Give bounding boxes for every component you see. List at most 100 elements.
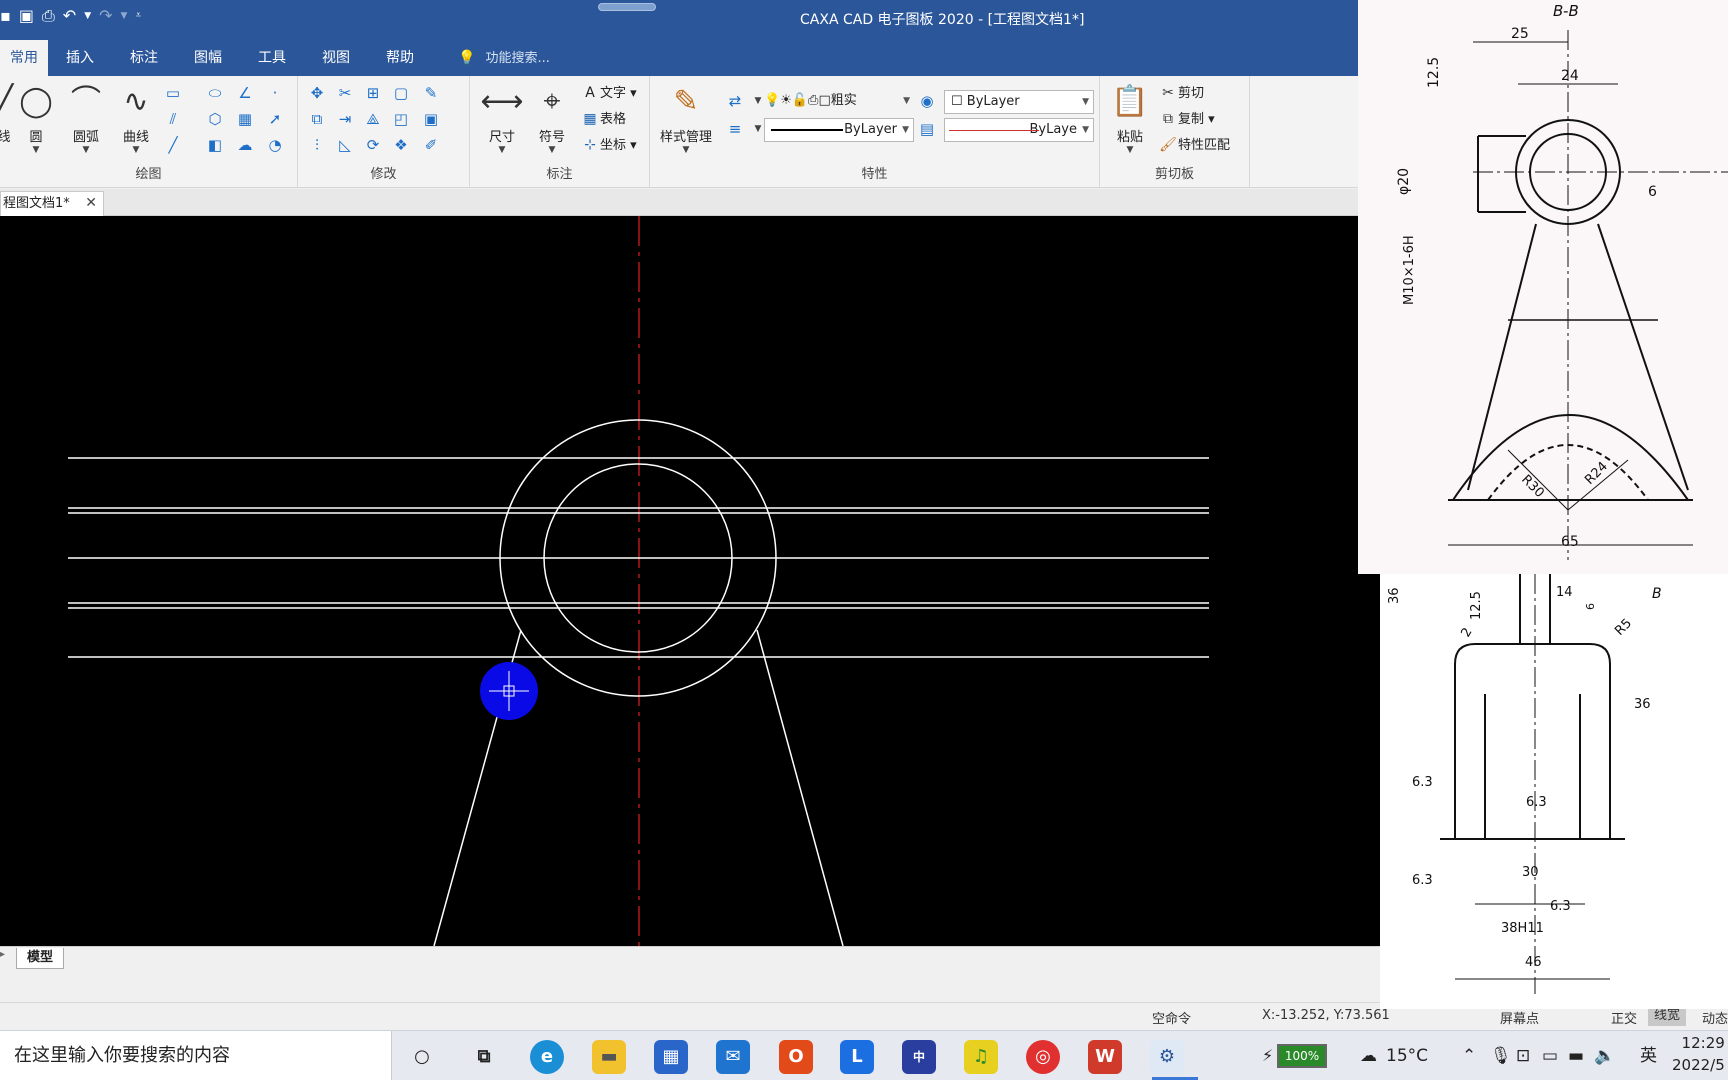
- volume-icon[interactable]: 🔈: [1594, 1031, 1615, 1080]
- task-view-icon[interactable]: ⧉: [467, 1040, 501, 1074]
- print-icon[interactable]: ⎙: [42, 1, 55, 31]
- centerline-icon[interactable]: ╱: [162, 134, 184, 156]
- style-manager-dropdown-icon[interactable]: ▼: [652, 145, 720, 155]
- cortana-icon[interactable]: ○: [405, 1040, 439, 1074]
- save-icon[interactable]: ▪: [0, 1, 11, 31]
- weather-icon[interactable]: ☁: [1360, 1031, 1377, 1080]
- edge-icon[interactable]: e: [530, 1040, 564, 1074]
- document-tab[interactable]: 程图文档1* ✕: [0, 191, 104, 216]
- tab-view[interactable]: 视图: [312, 40, 360, 76]
- extend-icon[interactable]: ⇥: [334, 108, 356, 130]
- scale-icon[interactable]: ◰: [390, 108, 412, 130]
- rectangle-icon[interactable]: ▭: [162, 82, 184, 104]
- display-icon[interactable]: ▭: [1542, 1031, 1558, 1080]
- lineweight-combo[interactable]: ByLaye ▼: [944, 118, 1094, 142]
- netease-music-icon[interactable]: ◎: [1026, 1040, 1060, 1074]
- fill-icon[interactable]: ◧: [204, 134, 226, 156]
- array-icon[interactable]: ⊞: [362, 82, 384, 104]
- circle-button[interactable]: ◯ 圆 ▼: [12, 80, 60, 155]
- show-hidden-icons[interactable]: ⌃: [1462, 1031, 1476, 1080]
- close-icon[interactable]: ✕: [85, 192, 97, 215]
- layout-nav-icon[interactable]: ▸: [0, 949, 5, 960]
- chamfer-icon[interactable]: ◺: [334, 134, 356, 156]
- match-properties-button[interactable]: 🖌特性匹配: [1158, 134, 1230, 156]
- offset-icon[interactable]: ⫶: [306, 134, 328, 156]
- tab-home[interactable]: 常用: [0, 40, 48, 76]
- linetype-combo[interactable]: ByLayer ▼: [764, 118, 914, 142]
- drawing-canvas[interactable]: [0, 216, 1380, 946]
- file-explorer-icon[interactable]: ▬: [592, 1040, 626, 1074]
- battery-indicator[interactable]: 100%: [1277, 1044, 1327, 1068]
- curve-button[interactable]: ∿ 曲线 ▼: [112, 80, 160, 155]
- taskbar-search[interactable]: 在这里输入你要搜索的内容: [0, 1031, 392, 1080]
- tab-tools[interactable]: 工具: [248, 40, 296, 76]
- hatch-icon[interactable]: ▦: [234, 108, 256, 130]
- color-combo[interactable]: ☐ ByLayer ▼: [944, 90, 1094, 114]
- temperature[interactable]: 15°C: [1386, 1031, 1428, 1080]
- save-as-icon[interactable]: ▣: [19, 1, 34, 31]
- linetype-dropdown-icon[interactable]: ▼: [752, 118, 764, 140]
- dynamic-input-toggle[interactable]: 动态: [1702, 1008, 1728, 1027]
- coord-button[interactable]: ⊹ 坐标 ▾: [580, 134, 637, 156]
- model-tab[interactable]: 模型: [16, 948, 65, 969]
- symbol-button[interactable]: ⌖ 符号 ▼: [528, 80, 576, 155]
- paste-dropdown-icon[interactable]: ▼: [1106, 145, 1154, 155]
- symbol-dropdown-icon[interactable]: ▼: [528, 145, 576, 155]
- microphone-icon[interactable]: 🎙: [1490, 1031, 1512, 1080]
- layer-tools-dropdown-icon[interactable]: ▼: [752, 90, 764, 112]
- circle-dropdown-icon[interactable]: ▼: [12, 145, 60, 155]
- ime-app-icon[interactable]: 中: [902, 1040, 936, 1074]
- tell-me-search[interactable]: 💡 功能搜索...: [458, 40, 550, 76]
- network-icon[interactable]: ⊡: [1516, 1031, 1530, 1080]
- caxa-icon[interactable]: ⚙: [1150, 1040, 1184, 1074]
- edit-icon[interactable]: ✐: [420, 134, 442, 156]
- curve-dropdown-icon[interactable]: ▼: [112, 145, 160, 155]
- lineweight-icon[interactable]: ▤: [916, 118, 938, 140]
- layer-combo[interactable]: 💡☀🔓⎙□粗实 ▼: [764, 90, 914, 114]
- arrow-icon[interactable]: ➚: [264, 108, 286, 130]
- tab-sheet[interactable]: 图幅: [184, 40, 232, 76]
- system-clock[interactable]: 12:29 2022/5: [1672, 1032, 1725, 1076]
- music-icon[interactable]: ♫: [964, 1040, 998, 1074]
- copy-object-icon[interactable]: ⧉: [306, 108, 328, 130]
- table-button[interactable]: ▦ 表格: [580, 108, 626, 130]
- office-icon[interactable]: O: [779, 1040, 813, 1074]
- linetype-icon[interactable]: ≡: [724, 118, 746, 140]
- dimension-dropdown-icon[interactable]: ▼: [478, 145, 526, 155]
- ortho-toggle[interactable]: 正交: [1611, 1008, 1637, 1027]
- customize-qat-icon[interactable]: ⩡: [135, 1, 141, 31]
- lineweight-toggle[interactable]: 线宽: [1648, 1006, 1687, 1026]
- layer-dropdown-icon[interactable]: ▼: [903, 90, 910, 112]
- parallel-line-icon[interactable]: ⫽: [162, 108, 184, 130]
- undo-icon[interactable]: ↶: [63, 1, 76, 31]
- polygon-icon[interactable]: ⬡: [204, 108, 226, 130]
- redo-dropdown-icon[interactable]: ▼: [121, 1, 128, 31]
- tab-insert[interactable]: 插入: [56, 40, 104, 76]
- cloud-icon[interactable]: ☁: [234, 134, 256, 156]
- copy-button[interactable]: ⧉ 复制 ▾: [1158, 108, 1215, 130]
- move-icon[interactable]: ✥: [306, 82, 328, 104]
- dimension-button[interactable]: ⟷ 尺寸 ▼: [478, 80, 526, 155]
- rotate-icon[interactable]: ⟳: [362, 134, 384, 156]
- store-icon[interactable]: ▦: [654, 1040, 688, 1074]
- layer-tools-icon[interactable]: ⇄: [724, 90, 746, 112]
- tab-help[interactable]: 帮助: [376, 40, 424, 76]
- battery-icon[interactable]: ▬: [1568, 1031, 1584, 1080]
- mirror-icon[interactable]: ⟁: [362, 108, 384, 130]
- color-wheel-icon[interactable]: ◉: [916, 90, 938, 112]
- style-manager-button[interactable]: ✎ 样式管理 ▼: [652, 80, 720, 155]
- window-scroll-handle[interactable]: [598, 3, 656, 11]
- snap-mode[interactable]: 屏幕点: [1500, 1008, 1539, 1027]
- eraser-icon[interactable]: ✎: [420, 82, 442, 104]
- mail-icon[interactable]: ✉: [716, 1040, 750, 1074]
- block-icon[interactable]: ▢: [390, 82, 412, 104]
- trim-icon[interactable]: ✂: [334, 82, 356, 104]
- power-plug-icon[interactable]: ⚡: [1262, 1031, 1273, 1080]
- ime-indicator[interactable]: 英: [1640, 1031, 1657, 1080]
- cut-button[interactable]: ✂ 剪切: [1158, 82, 1204, 104]
- polyline-icon[interactable]: ∠: [234, 82, 256, 104]
- lenovo-icon[interactable]: L: [840, 1040, 874, 1074]
- undo-dropdown-icon[interactable]: ▼: [84, 1, 91, 31]
- arc-button[interactable]: ⌒ 圆弧 ▼: [62, 80, 110, 155]
- explode-icon[interactable]: ❖: [390, 134, 412, 156]
